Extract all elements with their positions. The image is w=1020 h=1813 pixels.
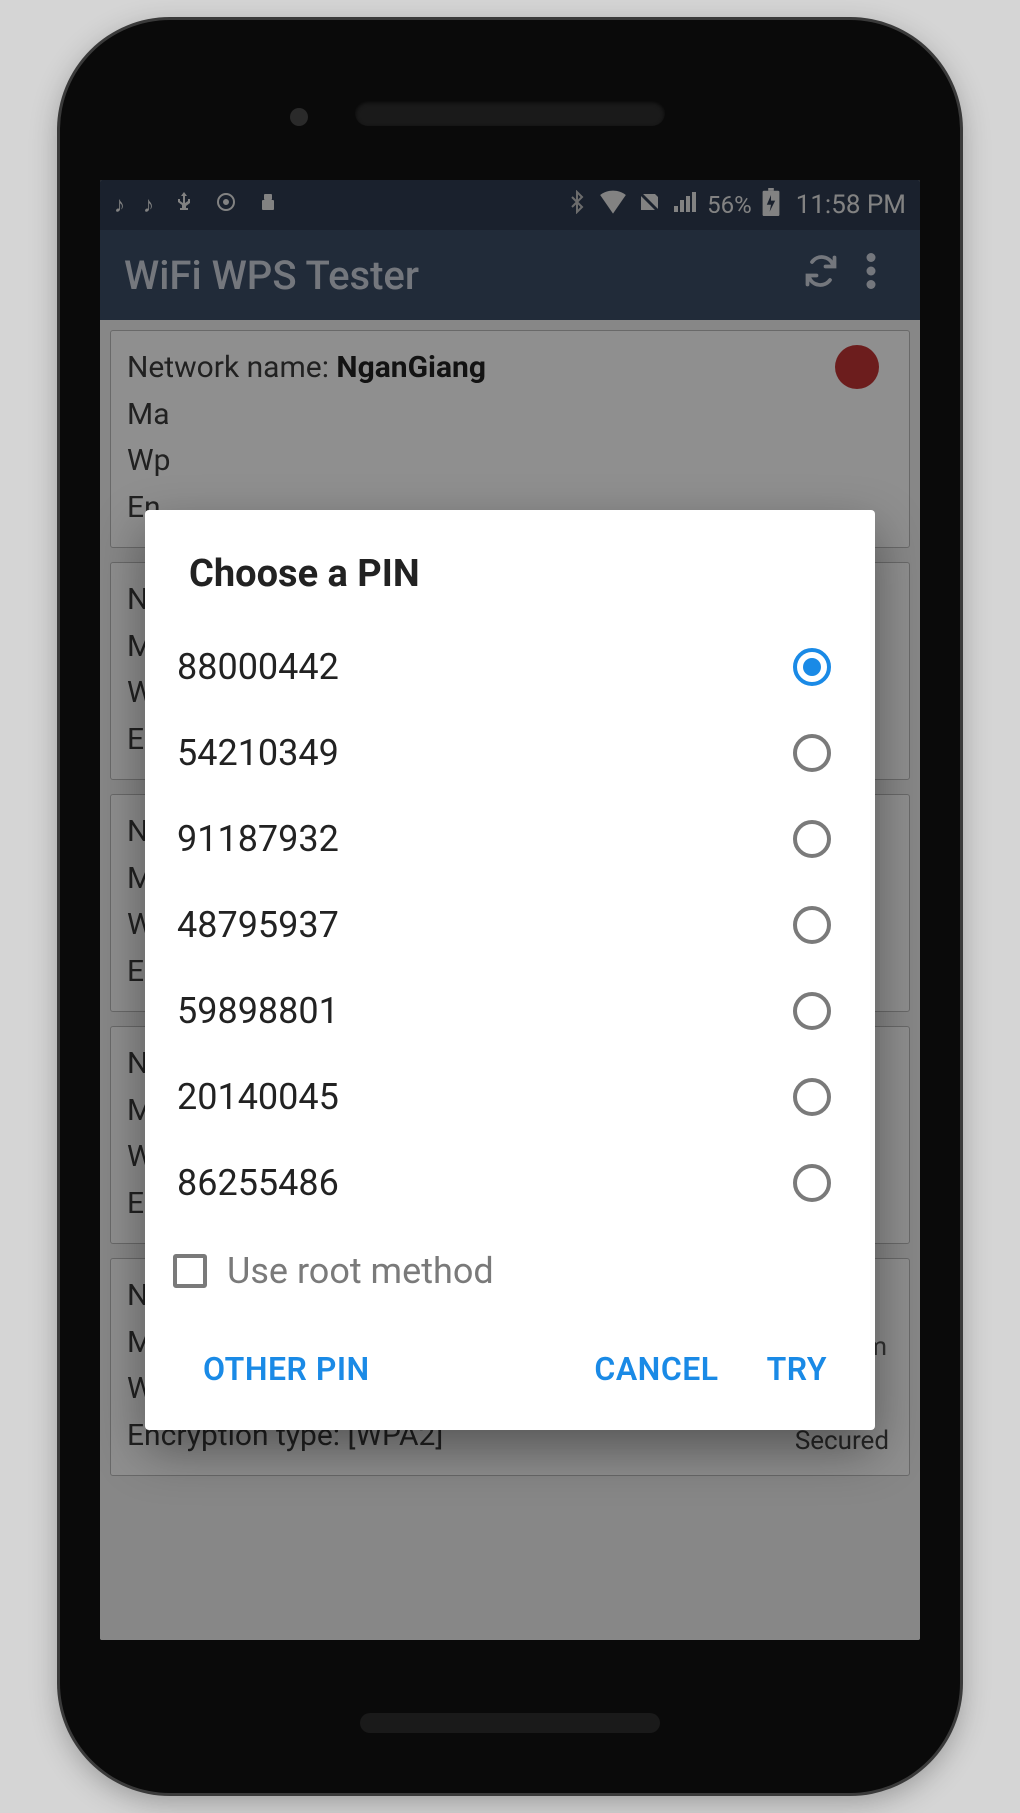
checkbox-unchecked[interactable] [173, 1254, 207, 1288]
try-button[interactable]: TRY [749, 1340, 845, 1398]
phone-speaker-bottom [360, 1713, 660, 1733]
radio-selected[interactable] [793, 648, 831, 686]
choose-pin-dialog: Choose a PIN 88000442 54210349 91187932 … [145, 510, 875, 1430]
dialog-title: Choose a PIN [145, 510, 875, 624]
pin-option[interactable]: 48795937 [145, 882, 875, 968]
cancel-button[interactable]: CANCEL [576, 1340, 736, 1398]
pin-value: 86255486 [177, 1162, 339, 1204]
pin-value: 48795937 [177, 904, 339, 946]
radio-unselected[interactable] [793, 1164, 831, 1202]
radio-unselected[interactable] [793, 820, 831, 858]
pin-value: 59898801 [177, 990, 339, 1032]
pin-option[interactable]: 54210349 [145, 710, 875, 796]
pin-option[interactable]: 20140045 [145, 1054, 875, 1140]
pin-value: 88000442 [177, 646, 339, 688]
pin-value: 54210349 [177, 732, 339, 774]
use-root-label: Use root method [227, 1250, 494, 1292]
pin-value: 20140045 [177, 1076, 339, 1118]
pin-option[interactable]: 59898801 [145, 968, 875, 1054]
use-root-checkbox-row[interactable]: Use root method [145, 1226, 875, 1322]
other-pin-button[interactable]: OTHER PIN [185, 1340, 388, 1398]
pin-option[interactable]: 86255486 [145, 1140, 875, 1226]
radio-unselected[interactable] [793, 734, 831, 772]
phone-frame: ♪ ♪ [60, 20, 960, 1793]
pin-option[interactable]: 88000442 [145, 624, 875, 710]
radio-unselected[interactable] [793, 992, 831, 1030]
pin-value: 91187932 [177, 818, 339, 860]
phone-speaker-top [355, 100, 665, 126]
screen: ♪ ♪ [100, 180, 920, 1640]
radio-unselected[interactable] [793, 906, 831, 944]
dialog-button-bar: OTHER PIN CANCEL TRY [145, 1322, 875, 1424]
pin-option[interactable]: 91187932 [145, 796, 875, 882]
radio-unselected[interactable] [793, 1078, 831, 1116]
phone-sensor [290, 108, 308, 126]
